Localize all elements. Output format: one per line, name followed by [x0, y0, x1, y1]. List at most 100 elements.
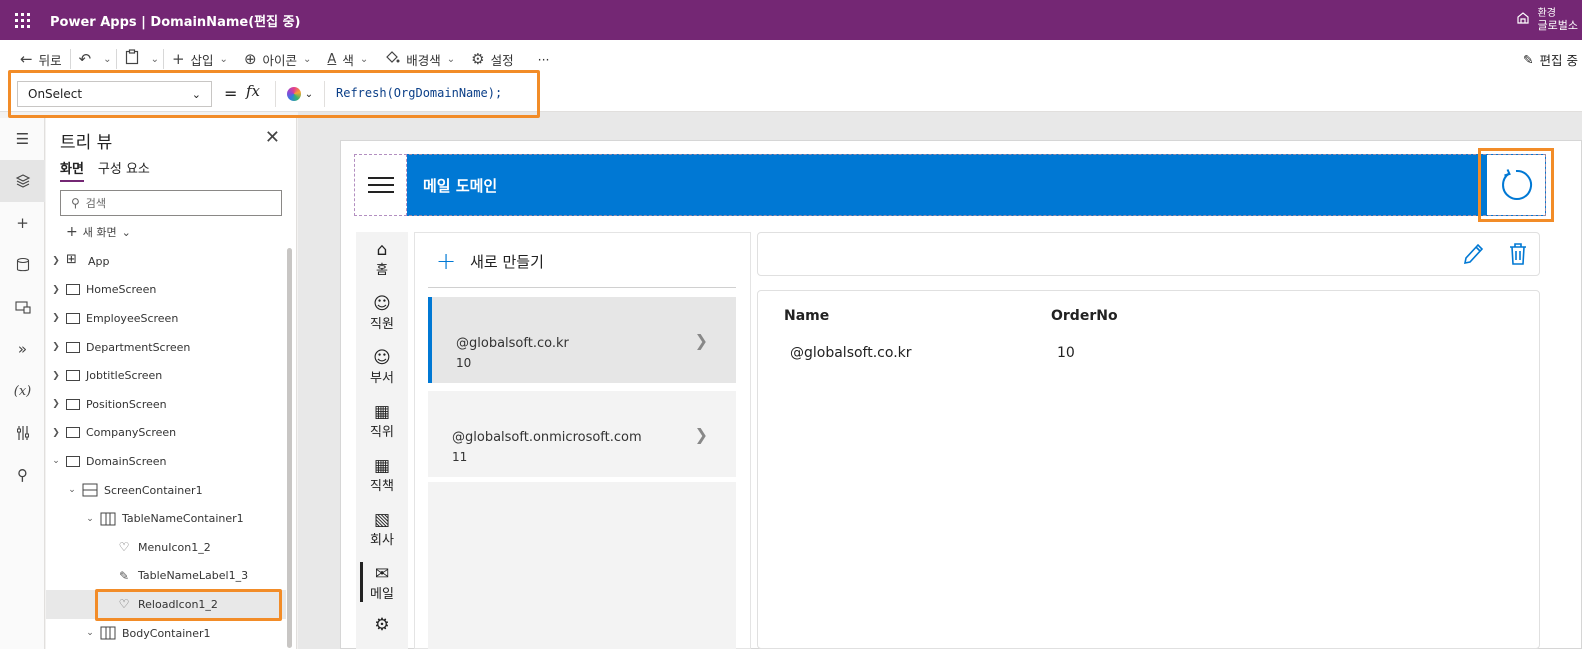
horizontal-container-icon: [100, 512, 116, 526]
environment-picker[interactable]: 환경 글로벌소: [1516, 0, 1582, 40]
undo-icon: ↶: [78, 50, 92, 68]
nav-label: 부서: [370, 370, 394, 386]
chevron-right-icon: ❯: [52, 370, 60, 381]
property-dropdown[interactable]: OnSelect ⌄: [17, 81, 212, 107]
tab-screens[interactable]: 화면: [60, 158, 84, 182]
nav-item-home[interactable]: ⌂ 홈: [356, 232, 408, 286]
chevron-down-icon: ⌄: [68, 485, 76, 496]
insert-icon[interactable]: +: [0, 202, 45, 244]
tree-node-departmentscreen[interactable]: ❯ DepartmentScreen: [46, 333, 286, 362]
tree-node-tablenamecontainer[interactable]: ⌄ TableNameContainer1: [46, 504, 286, 533]
formula-input[interactable]: Refresh(OrgDomainName);: [336, 86, 502, 100]
reload-button[interactable]: [1487, 155, 1545, 215]
screen-icon: [66, 341, 80, 353]
hamburger-icon[interactable]: ☰: [0, 118, 45, 160]
tree-view-icon[interactable]: [0, 160, 45, 202]
tree-node-reloadicon[interactable]: ♡ ReloadIcon1_2: [46, 590, 286, 619]
nav-item-settings[interactable]: ⚙: [356, 610, 408, 649]
people-icon: ☺: [373, 347, 391, 368]
nav-label: 메일: [370, 586, 394, 602]
icon-control-icon: ♡: [118, 540, 130, 555]
trash-icon: [1510, 243, 1526, 265]
gallery-item[interactable]: @globalsoft.co.kr 10 ❯: [428, 297, 736, 383]
person-icon: ☺: [373, 293, 391, 314]
tree-node-employeescreen[interactable]: ❯ EmployeeScreen: [46, 304, 286, 333]
tree-node-tablenamelabel[interactable]: ✎ TableNameLabel1_3: [46, 562, 286, 591]
detail-toolbar: [757, 232, 1540, 276]
variables-icon[interactable]: (x): [0, 370, 45, 412]
paint-bucket-icon: [384, 50, 400, 68]
screen-icon: [66, 427, 80, 439]
media-icon[interactable]: [0, 286, 45, 328]
chevron-down-icon: ⌄: [103, 53, 112, 65]
menu-icon[interactable]: [354, 154, 407, 216]
background-color-button[interactable]: 배경색 ⌄: [376, 40, 463, 78]
tree-node-label: DepartmentScreen: [86, 340, 191, 354]
chevron-right-icon: ❯: [52, 427, 60, 438]
fx-icon: fx: [246, 82, 261, 100]
tree-scrollbar[interactable]: [287, 248, 292, 648]
chevron-down-icon: ⌄: [121, 225, 131, 239]
reload-icon: [1502, 169, 1532, 200]
pencil-icon: ✎: [1523, 51, 1534, 67]
close-icon[interactable]: ✕: [265, 127, 280, 148]
tree-node-screencontainer[interactable]: ⌄ ScreenContainer1: [46, 476, 286, 505]
paste-menu-button[interactable]: ⌄: [147, 40, 163, 78]
paste-button[interactable]: [117, 40, 147, 78]
nav-item-company[interactable]: ▧ 회사: [356, 502, 408, 556]
arrow-left-icon: ←: [20, 50, 33, 68]
editing-status[interactable]: ✎ 편집 중: [1523, 40, 1582, 78]
app-launcher-icon[interactable]: [0, 0, 44, 40]
data-icon[interactable]: [0, 244, 45, 286]
tree-node-companyscreen[interactable]: ❯ CompanyScreen: [46, 419, 286, 448]
back-button[interactable]: ← 뒤로: [0, 40, 70, 78]
icon-control-icon: ♡: [118, 597, 130, 612]
new-screen-label: 새 화면: [82, 226, 117, 239]
tools-icon[interactable]: [0, 412, 45, 454]
undo-button[interactable]: ↶: [71, 40, 100, 78]
name-value: @globalsoft.co.kr: [790, 345, 912, 361]
tree-list: ❯ ⊞ App ❯ HomeScreen ❯ EmployeeScreen ❯ …: [46, 247, 286, 647]
new-screen-button[interactable]: + 새 화면 ⌄: [66, 224, 131, 240]
delete-button[interactable]: [1506, 241, 1530, 267]
pencil-icon: [1463, 243, 1484, 265]
gallery-item[interactable]: @globalsoft.onmicrosoft.com 11 ❯: [428, 391, 736, 477]
tree-node-menuicon[interactable]: ♡ MenuIcon1_2: [46, 533, 286, 562]
chevron-right-icon: ❯: [52, 256, 60, 267]
tree-node-jobtitlescreen[interactable]: ❯ JobtitleScreen: [46, 361, 286, 390]
new-button[interactable]: + 새로 만들기: [436, 247, 544, 275]
more-button[interactable]: ···: [522, 40, 558, 78]
chevron-down-icon: ⌄: [359, 53, 369, 65]
app-header[interactable]: [354, 154, 1546, 216]
nav-item-employee[interactable]: ☺ 직원: [356, 286, 408, 340]
tree-node-bodycontainer[interactable]: ⌄ BodyContainer1: [46, 619, 286, 648]
tree-node-homescreen[interactable]: ❯ HomeScreen: [46, 276, 286, 305]
tree-node-app[interactable]: ❯ ⊞ App: [46, 247, 286, 276]
tree-search-input[interactable]: ⚲ 검색: [60, 190, 282, 216]
nav-item-department[interactable]: ☺ 부서: [356, 340, 408, 394]
tree-node-positionscreen[interactable]: ❯ PositionScreen: [46, 390, 286, 419]
plus-icon: +: [66, 224, 78, 240]
edit-button[interactable]: [1461, 241, 1485, 267]
search-icon[interactable]: ⚲: [0, 454, 45, 496]
gallery-item-order: 10: [456, 356, 472, 370]
tree-node-domainscreen[interactable]: ⌄ DomainScreen: [46, 447, 286, 476]
chevron-down-icon: ⌄: [86, 628, 94, 639]
nav-item-position[interactable]: ▦ 직위: [356, 394, 408, 448]
icon-button[interactable]: ⊕ 아이콘 ⌄: [236, 40, 319, 78]
nav-item-jobtitle[interactable]: ▦ 직책: [356, 448, 408, 502]
gallery-item-order: 11: [452, 450, 468, 464]
undo-menu-button[interactable]: ⌄: [99, 40, 115, 78]
badge-icon: ▦: [373, 455, 391, 476]
power-automate-icon[interactable]: »: [0, 328, 45, 370]
copilot-button[interactable]: ⌄: [275, 81, 325, 107]
tree-view-title: 트리 뷰: [60, 133, 113, 153]
tab-components[interactable]: 구성 요소: [98, 158, 150, 182]
color-button[interactable]: A 색 ⌄: [319, 40, 376, 78]
nav-label: 홈: [376, 262, 388, 278]
insert-button[interactable]: + 삽입 ⌄: [164, 40, 236, 78]
settings-button[interactable]: ⚙ 설정: [463, 40, 521, 78]
chevron-down-icon: ⌄: [52, 456, 60, 467]
screen-icon: [66, 312, 80, 324]
nav-item-mail[interactable]: ✉ 메일: [356, 556, 408, 610]
